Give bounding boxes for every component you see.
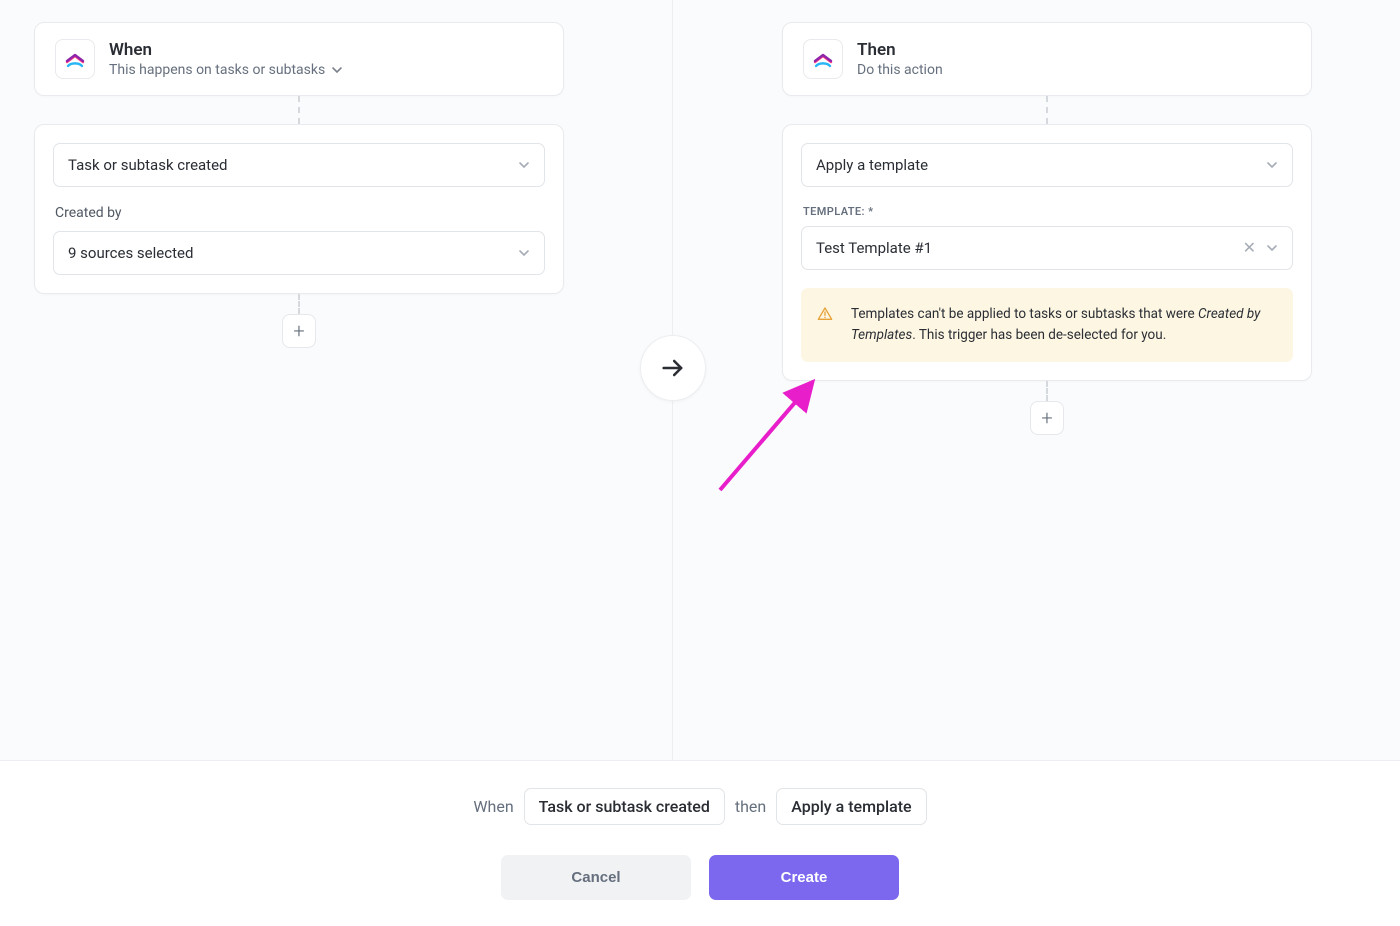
connector-line: [1046, 96, 1048, 124]
when-title: When: [109, 40, 343, 60]
connector-line: [298, 294, 300, 314]
summary-when-text: When: [473, 797, 513, 816]
action-select[interactable]: Apply a template: [801, 143, 1293, 187]
summary-trigger-pill[interactable]: Task or subtask created: [524, 788, 725, 825]
chevron-down-icon: [331, 64, 343, 76]
then-body-card: Apply a template TEMPLATE: * Test Templa…: [782, 124, 1312, 381]
cancel-button[interactable]: Cancel: [501, 855, 691, 900]
sources-select[interactable]: 9 sources selected: [53, 231, 545, 275]
warning-icon: [817, 306, 833, 329]
when-column: When This happens on tasks or subtasks T…: [34, 22, 564, 348]
flow-arrow-circle: [640, 335, 706, 401]
clear-template-icon[interactable]: ✕: [1243, 240, 1256, 256]
when-subtitle: This happens on tasks or subtasks: [109, 62, 325, 78]
warning-text-2: . This trigger has been de-selected for …: [912, 327, 1166, 343]
created-by-label: Created by: [55, 205, 545, 221]
clickup-logo-icon: [803, 39, 843, 79]
arrow-right-icon: [659, 354, 687, 382]
clickup-logo-icon: [55, 39, 95, 79]
template-select-value: Test Template #1: [816, 239, 1233, 257]
warning-text-1: Templates can't be applied to tasks or s…: [851, 306, 1198, 322]
when-body-card: Task or subtask created Created by 9 sou…: [34, 124, 564, 294]
summary-action-pill[interactable]: Apply a template: [776, 788, 926, 825]
create-button[interactable]: Create: [709, 855, 899, 900]
chevron-down-icon: [1266, 242, 1278, 254]
summary-then-text: then: [735, 797, 766, 816]
when-subtitle-row[interactable]: This happens on tasks or subtasks: [109, 62, 343, 78]
when-header-card: When This happens on tasks or subtasks: [34, 22, 564, 96]
action-select-value: Apply a template: [816, 156, 928, 174]
connector-line: [1046, 381, 1048, 401]
add-trigger-button[interactable]: +: [282, 314, 316, 348]
chevron-down-icon: [518, 247, 530, 259]
add-action-button[interactable]: +: [1030, 401, 1064, 435]
footer-bar: When Task or subtask created then Apply …: [0, 760, 1400, 926]
template-field-label: TEMPLATE: *: [803, 205, 1293, 218]
then-title: Then: [857, 40, 943, 60]
connector-line: [298, 96, 300, 124]
warning-message: Templates can't be applied to tasks or s…: [801, 288, 1293, 362]
trigger-select-value: Task or subtask created: [68, 156, 228, 174]
chevron-down-icon: [1266, 159, 1278, 171]
then-column: Then Do this action Apply a template TEM…: [782, 22, 1312, 435]
template-select[interactable]: Test Template #1 ✕: [801, 226, 1293, 270]
automation-summary: When Task or subtask created then Apply …: [473, 788, 926, 825]
sources-select-value: 9 sources selected: [68, 244, 193, 262]
then-subtitle: Do this action: [857, 62, 943, 78]
chevron-down-icon: [518, 159, 530, 171]
then-header-card: Then Do this action: [782, 22, 1312, 96]
trigger-select[interactable]: Task or subtask created: [53, 143, 545, 187]
